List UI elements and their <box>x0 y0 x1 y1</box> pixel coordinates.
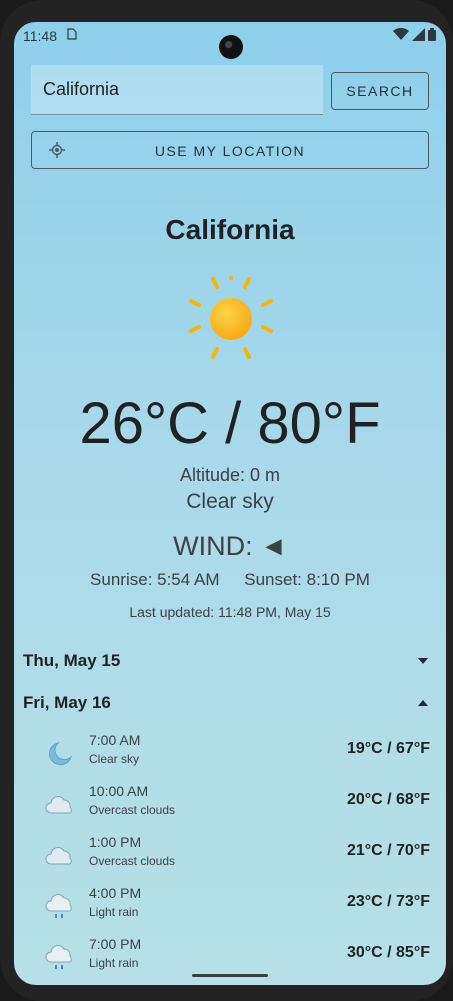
hour-temperature: 20°C / 68°F <box>346 791 430 808</box>
rain-cloud-icon <box>45 894 72 918</box>
sun-times: Sunrise: 5:54 AM Sunset: 8:10 PM <box>14 570 446 590</box>
day-label: Thu, May 15 <box>23 651 121 670</box>
signal-icon <box>412 28 425 41</box>
chevron-up-icon <box>418 700 428 706</box>
hour-temperature: 23°C / 73°F <box>346 893 430 910</box>
hour-time: 7:00 PM <box>89 936 142 952</box>
hour-description: Light rain <box>89 905 139 919</box>
hour-description: Overcast clouds <box>89 803 176 817</box>
home-indicator[interactable] <box>192 974 268 977</box>
current-temperature: 26°C / 80°F <box>79 391 381 456</box>
status-icons <box>393 28 436 41</box>
last-updated-text: Last updated: 11:48 PM, May 15 <box>129 604 331 620</box>
day-header-thu[interactable]: Thu, May 15 <box>23 646 429 676</box>
condition-text: Clear sky <box>186 490 274 513</box>
cloud-icon <box>45 847 72 865</box>
moon-icon <box>49 742 73 766</box>
battery-icon <box>428 28 436 41</box>
hourly-row: 10:00 AM Overcast clouds 20°C / 68°F <box>44 781 430 829</box>
front-camera <box>219 35 243 59</box>
search-button[interactable]: SEARCH <box>331 72 429 110</box>
use-my-location-label: USE MY LOCATION <box>154 143 306 159</box>
sun-icon <box>189 276 273 359</box>
hourly-row: 7:00 AM Clear sky 19°C / 67°F <box>44 730 430 778</box>
hour-time: 10:00 AM <box>89 783 149 799</box>
altitude-text: Altitude: 0 m <box>179 465 281 485</box>
search-row: SEARCH <box>31 65 429 117</box>
hour-temperature: 30°C / 85°F <box>346 944 430 961</box>
sim-card-icon <box>67 28 77 43</box>
hour-time: 7:00 AM <box>89 732 141 748</box>
hourly-row: 4:00 PM Light rain 23°C / 73°F <box>44 883 430 931</box>
rain-cloud-icon <box>45 945 72 969</box>
sunrise-text: Sunrise: 5:54 AM <box>90 570 220 589</box>
day-label: Fri, May 16 <box>23 693 111 712</box>
wifi-icon <box>393 28 409 40</box>
app-screen: 11:48 SEARCH USE MY LOCATION California <box>14 22 446 985</box>
hour-temperature: 21°C / 70°F <box>346 842 430 859</box>
cloud-icon <box>45 796 72 814</box>
hour-description: Clear sky <box>89 752 140 766</box>
status-time: 11:48 <box>23 28 57 44</box>
sunset-text: Sunset: 8:10 PM <box>244 570 370 589</box>
wind-text: WIND: ◄ <box>173 531 287 561</box>
hour-description: Light rain <box>89 956 139 970</box>
use-my-location-button[interactable]: USE MY LOCATION <box>31 131 429 169</box>
hour-description: Overcast clouds <box>89 854 176 868</box>
hour-time: 1:00 PM <box>89 834 142 850</box>
search-input[interactable] <box>31 65 323 115</box>
city-title: California <box>165 214 295 245</box>
day-header-fri[interactable]: Fri, May 16 <box>23 688 429 718</box>
hour-temperature: 19°C / 67°F <box>346 740 430 757</box>
chevron-down-icon <box>418 658 428 664</box>
hourly-row: 1:00 PM Overcast clouds 21°C / 70°F <box>44 832 430 880</box>
hour-time: 4:00 PM <box>89 885 142 901</box>
